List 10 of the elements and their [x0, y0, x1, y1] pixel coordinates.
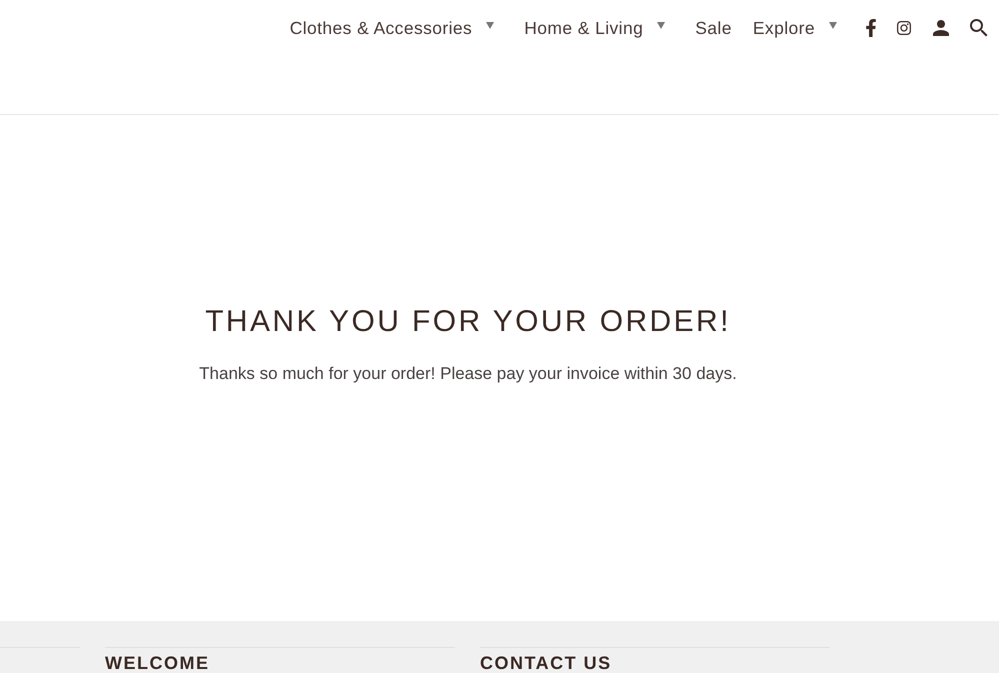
footer-heading: WELCOME — [105, 655, 210, 672]
instagram-icon[interactable] — [896, 20, 912, 36]
nav-link[interactable]: Sale — [695, 15, 732, 41]
nav-link[interactable]: Clothes & Accessories — [290, 15, 494, 41]
nav-link[interactable]: Home & Living — [524, 15, 666, 41]
page-title: THANK YOU FOR YOUR ORDER! — [205, 304, 731, 340]
order-message: Thanks so much for your order! Please pay your invoice within 30 days. — [199, 363, 737, 385]
nav-link[interactable]: Explore — [752, 15, 837, 41]
facebook-icon[interactable] — [865, 19, 877, 37]
footer-heading: CONTACT US — [480, 655, 613, 672]
